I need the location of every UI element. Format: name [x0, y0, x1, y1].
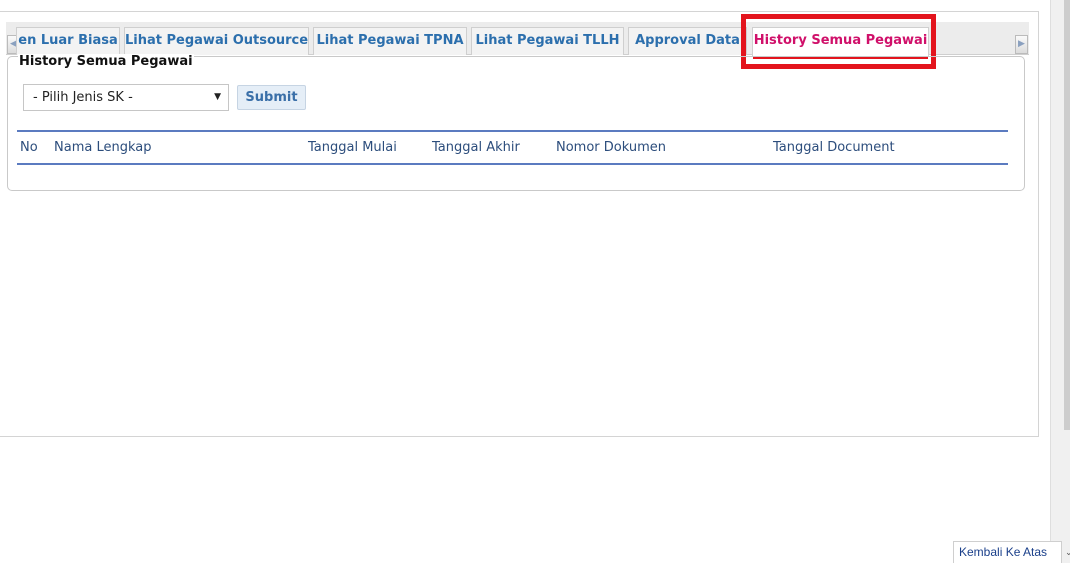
tab-lihat-pegawai-tpna[interactable]: Lihat Pegawai TPNA [313, 27, 467, 55]
column-header-nama-lengkap: Nama Lengkap [54, 140, 152, 155]
history-fieldset [7, 56, 1025, 191]
tab-label: History Semua Pegawai [753, 33, 928, 48]
tab-lihat-pegawai-outsource[interactable]: Lihat Pegawai Outsource [124, 27, 309, 55]
column-header-tanggal-document: Tanggal Document [773, 140, 895, 155]
tab-label: Approval Data [635, 33, 740, 48]
section-title: History Semua Pegawai [18, 54, 194, 69]
chevron-down-icon: ⌄ [1065, 548, 1070, 558]
tab-label: en Luar Biasa [18, 33, 118, 48]
column-header-tanggal-mulai: Tanggal Mulai [308, 140, 397, 155]
tab-label: Lihat Pegawai TPNA [316, 33, 464, 48]
tab-pegawai-luar-biasa[interactable]: en Luar Biasa [16, 27, 120, 55]
select-value: - Pilih Jenis SK - [33, 90, 133, 105]
scrollbar-thumb[interactable] [1064, 0, 1070, 430]
column-header-nomor-dokumen: Nomor Dokumen [556, 140, 667, 155]
tab-scroll-right-button[interactable]: ▶ [1015, 35, 1028, 54]
table-header-bottom-border [17, 163, 1008, 165]
tab-approval-data[interactable]: Approval Data [628, 27, 747, 55]
tab-history-semua-pegawai[interactable]: History Semua Pegawai [752, 27, 929, 57]
jenis-sk-select[interactable]: - Pilih Jenis SK - ▼ [23, 84, 229, 111]
tab-label: Lihat Pegawai Outsource [125, 33, 309, 48]
dropdown-arrow-icon: ▼ [214, 92, 221, 102]
back-to-top-link[interactable]: Kembali Ke Atas [953, 541, 1062, 563]
column-header-no: No [20, 140, 38, 155]
submit-button[interactable]: Submit [237, 85, 306, 110]
table-header-top-border [17, 130, 1008, 132]
tab-lihat-pegawai-tllh[interactable]: Lihat Pegawai TLLH [471, 27, 624, 55]
column-header-tanggal-akhir: Tanggal Akhir [432, 140, 520, 155]
tab-label: Lihat Pegawai TLLH [475, 33, 620, 48]
chevron-right-icon: ▶ [1018, 39, 1025, 49]
